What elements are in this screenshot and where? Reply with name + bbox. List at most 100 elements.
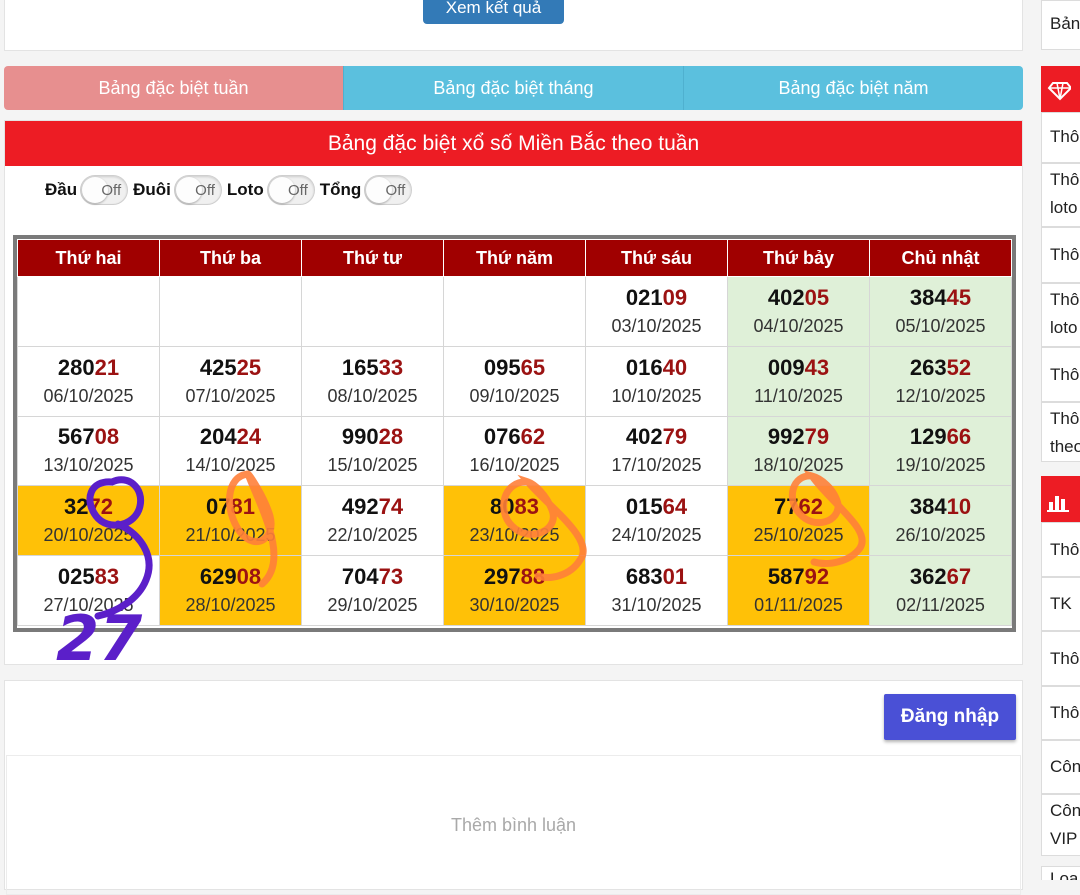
number-head: 629	[199, 564, 237, 590]
number-head: 32	[64, 494, 89, 520]
result-cell: 68301 31/10/2025	[585, 555, 728, 626]
sidebar-item[interactable]: Bản	[1041, 0, 1080, 50]
sidebar-item-line: Thô	[1050, 170, 1080, 189]
draw-date: 29/10/2025	[327, 595, 418, 616]
draw-date: 21/10/2025	[185, 525, 276, 546]
number-tail: 79	[662, 424, 688, 450]
sidebar-item[interactable]: Thô	[1041, 347, 1080, 402]
sidebar-item[interactable]: Thô loto	[1041, 283, 1080, 347]
number-tail: 73	[378, 564, 404, 590]
result-cell: 3272 20/10/2025	[17, 485, 160, 557]
number-tail: 01	[662, 564, 688, 590]
toggle-label-duoi: Đuôi	[133, 180, 171, 199]
draw-date: 18/10/2025	[753, 455, 844, 476]
toggle-label-dau: Đầu	[45, 180, 78, 199]
special-number: 56708	[18, 424, 159, 450]
number-head: 016	[625, 354, 663, 380]
result-cell: 49274 22/10/2025	[301, 485, 444, 557]
number-head: 77	[774, 494, 799, 520]
sidebar-item[interactable]: Thô loto	[1041, 163, 1080, 227]
number-tail: 10	[946, 494, 972, 520]
special-number: 00943	[728, 355, 869, 381]
sidebar-item[interactable]: TK	[1041, 577, 1080, 631]
number-head: 076	[483, 424, 521, 450]
table-row: 3272 20/10/2025 0781 21/10/2025 49274 22/10/2…	[17, 485, 1012, 557]
result-cell: 58792 01/11/2025	[727, 555, 870, 626]
draw-date: 28/10/2025	[185, 595, 276, 616]
result-cell: 70473 29/10/2025	[301, 555, 444, 626]
number-head: 204	[199, 424, 237, 450]
draw-date: 11/10/2025	[754, 385, 843, 406]
table-tabs: Bảng đặc biệt tuần Bảng đặc biệt tháng B…	[4, 66, 1023, 110]
right-sidebar: Bản Thô Thô loto Thô Thô loto Thô Thô theo …	[1041, 0, 1080, 880]
sidebar-item[interactable]: Thô	[1041, 631, 1080, 686]
number-head: 425	[199, 354, 237, 380]
number-head: 402	[767, 284, 805, 310]
login-button[interactable]: Đăng nhập	[884, 694, 1016, 740]
draw-date: 25/10/2025	[753, 525, 844, 546]
draw-date: 24/10/2025	[611, 525, 702, 546]
toggle-state: Off	[288, 182, 308, 199]
sidebar-item[interactable]: Thô theo	[1041, 402, 1080, 462]
sidebar-item[interactable]: Loa	[1041, 866, 1080, 880]
toggle-duoi[interactable]: Off	[173, 175, 222, 205]
special-number: 38410	[870, 494, 1011, 520]
special-number: 42525	[160, 355, 301, 381]
number-tail: 52	[946, 354, 972, 380]
result-cell: 26352 12/10/2025	[869, 345, 1012, 417]
sidebar-item-line: Thô	[1050, 409, 1080, 428]
number-tail: 64	[662, 494, 688, 520]
result-cell: 09565 09/10/2025	[443, 345, 586, 417]
sidebar-item[interactable]: Thô	[1041, 112, 1080, 163]
sidebar-item[interactable]: Côn	[1041, 740, 1080, 794]
panel-title: Bảng đặc biệt xổ số Miền Bắc theo tuần	[5, 121, 1022, 166]
sidebar-item[interactable]: Thô	[1041, 227, 1080, 283]
comments-panel: Đăng nhập Thêm bình luận	[4, 680, 1023, 895]
number-tail: 92	[804, 564, 830, 590]
bar-chart-icon	[1047, 496, 1069, 512]
draw-date: 09/10/2025	[469, 385, 560, 406]
number-tail: 72	[88, 494, 113, 520]
tab-yearly[interactable]: Bảng đặc biệt năm	[683, 66, 1023, 110]
column-header: Thứ bảy	[727, 239, 870, 277]
toggle-tong[interactable]: Off	[364, 175, 413, 205]
result-cell: 8083 23/10/2025	[443, 485, 586, 557]
special-table-panel: Bảng đặc biệt xổ số Miền Bắc theo tuần Đ…	[4, 120, 1023, 665]
sidebar-item[interactable]: Thô	[1041, 522, 1080, 577]
sidebar-item-line: loto	[1050, 198, 1078, 217]
tab-monthly[interactable]: Bảng đặc biệt tháng	[343, 66, 683, 110]
special-number: 58792	[728, 564, 869, 590]
draw-date: 30/10/2025	[469, 595, 560, 616]
number-head: 07	[206, 494, 231, 520]
result-cell: 16533 08/10/2025	[301, 345, 444, 417]
sidebar-item-line: Côn	[1050, 801, 1080, 820]
number-tail: 62	[520, 424, 546, 450]
view-results-button[interactable]: Xem kết quả	[423, 0, 564, 24]
toggle-dau[interactable]: Off	[80, 175, 129, 205]
result-cell: 38445 05/10/2025	[869, 276, 1012, 347]
result-cell: 02583 27/10/2025	[17, 555, 160, 626]
result-cell: 38410 26/10/2025	[869, 485, 1012, 557]
grid-header-row: Thứ hai Thứ ba Thứ tư Thứ năm Thứ sáu Thứ bảy…	[17, 239, 1012, 277]
number-head: 280	[57, 354, 95, 380]
number-head: 263	[909, 354, 947, 380]
number-head: 990	[341, 424, 379, 450]
results-grid: Thứ hai Thứ ba Thứ tư Thứ năm Thứ sáu Thứ bảy…	[17, 239, 1012, 626]
sidebar-item-line: Thô	[1050, 290, 1080, 309]
special-number: 29788	[444, 564, 585, 590]
draw-date: 31/10/2025	[611, 595, 702, 616]
column-header: Thứ ba	[159, 239, 302, 277]
toggle-loto[interactable]: Off	[266, 175, 315, 205]
comment-input[interactable]: Thêm bình luận	[6, 755, 1021, 895]
result-cell: 36267 02/11/2025	[869, 555, 1012, 626]
special-number: 62908	[160, 564, 301, 590]
special-number: 20424	[160, 424, 301, 450]
sidebar-item[interactable]: Thô	[1041, 686, 1080, 740]
draw-date: 19/10/2025	[895, 455, 986, 476]
sidebar-item[interactable]: Côn VIP	[1041, 794, 1080, 856]
toggle-state: Off	[195, 182, 215, 199]
result-cell: 56708 13/10/2025	[17, 415, 160, 487]
draw-date: 02/11/2025	[896, 595, 985, 616]
tab-weekly[interactable]: Bảng đặc biệt tuần	[4, 66, 343, 110]
number-head: 402	[625, 424, 663, 450]
